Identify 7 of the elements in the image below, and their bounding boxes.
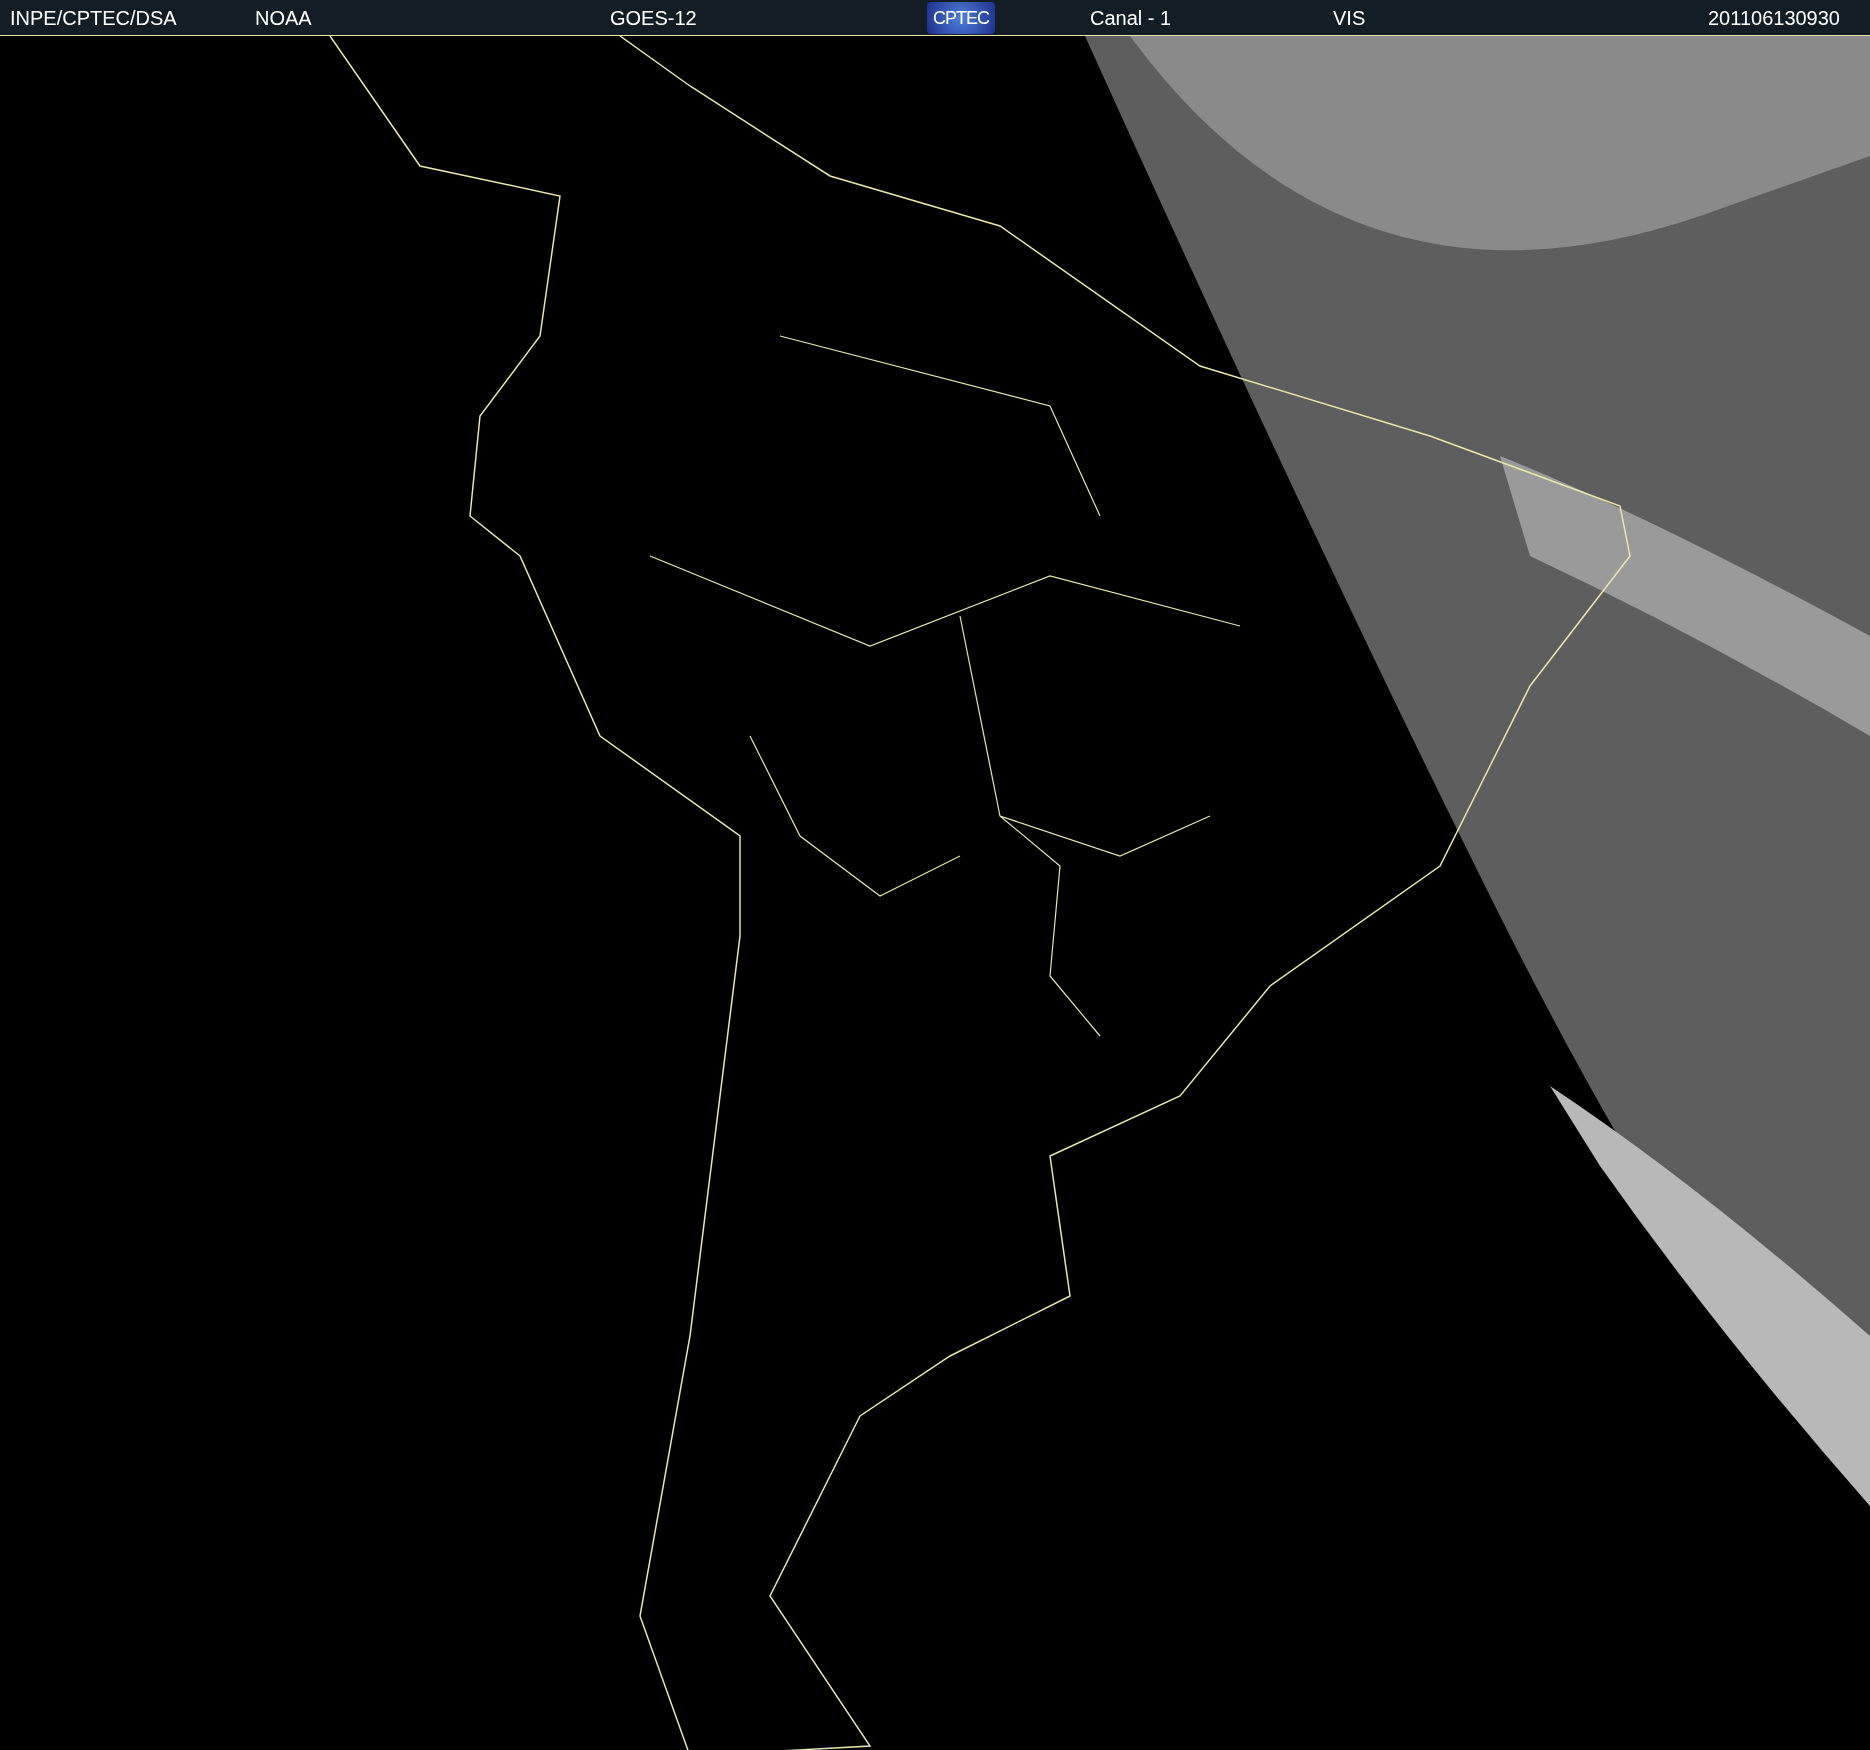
header-label: Canal - 1 [1090,5,1172,31]
header-label: GOES-12 [610,5,697,31]
header-label: NOAA [255,5,312,31]
header-label: VIS [1333,5,1366,31]
cptec-logo: CPTEC [927,1,995,34]
header-label: INPE/CPTEC/DSA [10,5,177,31]
header-label: 201106130930 [1708,5,1840,31]
